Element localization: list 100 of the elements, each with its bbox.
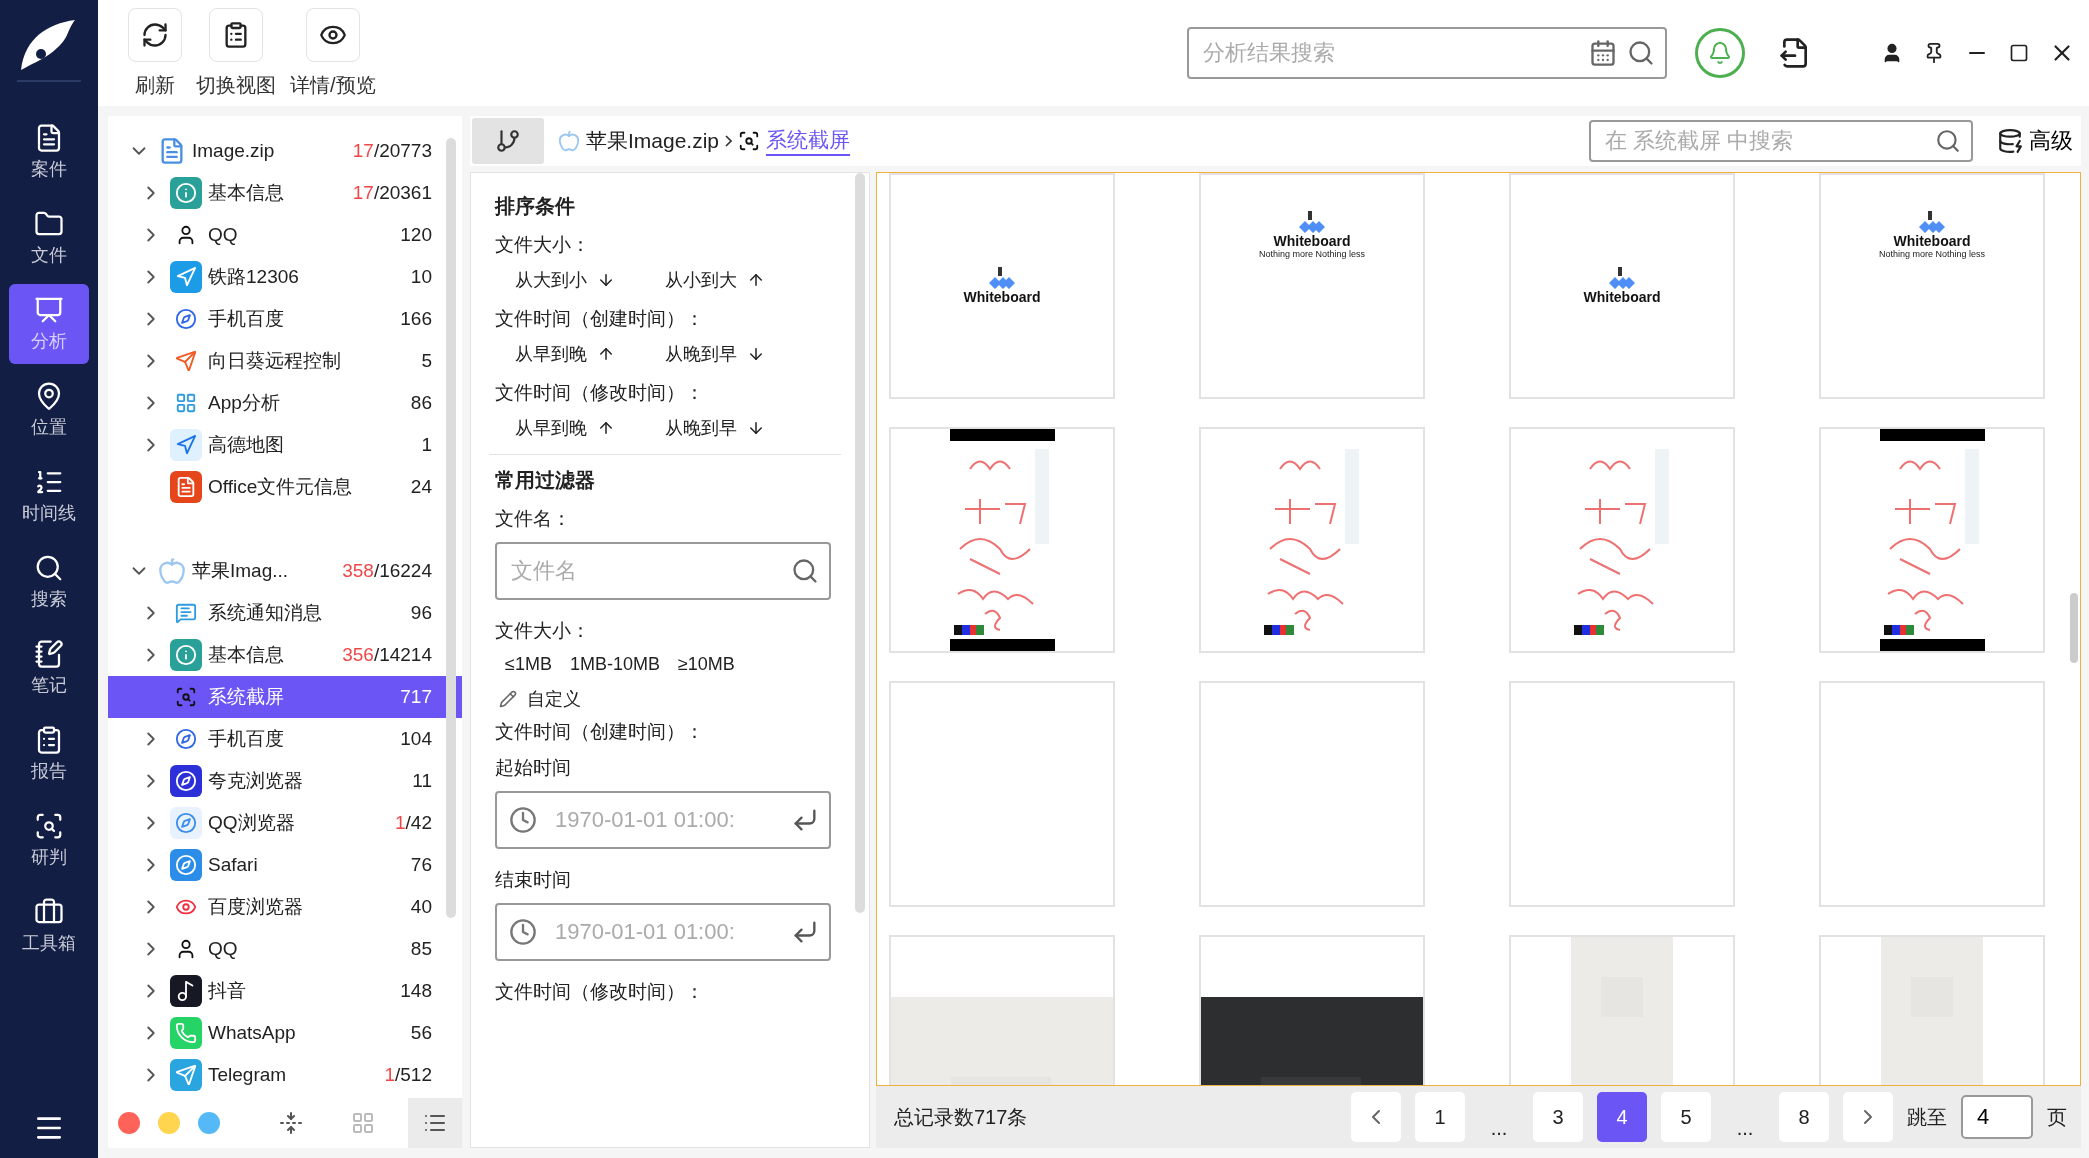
tree-item[interactable]: 手机百度 166 xyxy=(108,298,462,340)
bell-button[interactable] xyxy=(1695,28,1745,78)
tree-item[interactable]: App分析 86 xyxy=(108,382,462,424)
logo-icon xyxy=(1299,211,1325,233)
page-input[interactable]: 4 xyxy=(1961,1095,2033,1139)
app-icon xyxy=(170,261,202,293)
page-button[interactable]: 5 xyxy=(1661,1092,1711,1142)
tree-item[interactable]: 铁路12306 10 xyxy=(108,256,462,298)
screenshot-thumbnail[interactable]: Whiteboard xyxy=(1509,173,1735,399)
tree-item[interactable]: 高德地图 1 xyxy=(108,424,462,466)
scrollbar[interactable] xyxy=(446,138,456,918)
tree-item[interactable]: Image.zip 17/20773 xyxy=(108,130,462,172)
advanced-button[interactable]: 高级 xyxy=(1997,126,2073,156)
screenshot-thumbnail[interactable] xyxy=(889,427,1115,653)
branch-icon xyxy=(495,128,521,154)
scrollbar[interactable] xyxy=(2070,593,2078,663)
tag-dot[interactable] xyxy=(118,1112,140,1134)
tree-item[interactable]: QQ 85 xyxy=(108,928,462,970)
maximize-icon[interactable] xyxy=(2009,43,2029,63)
tree-item[interactable]: 抖音 148 xyxy=(108,970,462,1012)
size-option[interactable]: 1MB-10MB xyxy=(569,654,660,675)
database-icon xyxy=(1997,128,2023,154)
nav-item[interactable]: 案件 xyxy=(9,112,89,192)
sort-option[interactable]: 从小到大 xyxy=(665,268,765,292)
tree-item[interactable]: QQ浏览器 1/42 xyxy=(108,802,462,844)
tree-item[interactable]: QQ 120 xyxy=(108,214,462,256)
sort-option[interactable]: 从晚到早 xyxy=(665,342,765,366)
nav-item[interactable]: 研判 xyxy=(9,800,89,880)
tag-dot[interactable] xyxy=(158,1112,180,1134)
search-icon[interactable] xyxy=(1627,39,1655,67)
tree-item[interactable]: 基本信息 17/20361 xyxy=(108,172,462,214)
screenshot-thumbnail[interactable]: Whiteboard Nothing more Nothing less xyxy=(1199,173,1425,399)
tree-item[interactable]: 苹果Imag... 358/16224 xyxy=(108,550,462,592)
nav-item[interactable]: 工具箱 xyxy=(9,886,89,966)
page-button[interactable]: 1 xyxy=(1415,1092,1465,1142)
app-title: Whiteboard xyxy=(1273,233,1351,249)
search-icon[interactable] xyxy=(791,557,819,585)
app-icon xyxy=(170,177,202,209)
screenshot-icon xyxy=(738,130,761,152)
scrollbar[interactable] xyxy=(855,173,865,913)
screenshot-thumbnail[interactable] xyxy=(1199,681,1425,907)
tree-item[interactable]: Office文件元信息 24 xyxy=(108,466,462,508)
toolbar-button[interactable]: 切换视图 xyxy=(196,7,276,99)
screenshot-thumbnail[interactable]: Whiteboard xyxy=(889,173,1115,399)
tree-item[interactable]: WhatsApp 56 xyxy=(108,1012,462,1054)
tree-item[interactable]: 夸克浏览器 11 xyxy=(108,760,462,802)
nav-item[interactable]: 搜索 xyxy=(9,542,89,622)
sort-option[interactable]: 从大到小 xyxy=(515,268,615,292)
tree-item[interactable]: Telegram 1/512 xyxy=(108,1054,462,1096)
nav-item[interactable]: 位置 xyxy=(9,370,89,450)
app-icon xyxy=(170,1059,202,1091)
screenshot-thumbnail[interactable] xyxy=(1819,681,2045,907)
page-unit: 页 xyxy=(2047,1104,2067,1130)
custom-option[interactable]: 自定义 xyxy=(499,687,869,711)
app-icon xyxy=(170,1017,202,1049)
size-option[interactable]: ≤1MB xyxy=(505,654,552,675)
tree-item[interactable]: Safari 76 xyxy=(108,844,462,886)
tree-item[interactable]: 手机百度 104 xyxy=(108,718,462,760)
tag-dot[interactable] xyxy=(198,1112,220,1134)
nav-item[interactable]: 时间线 xyxy=(9,456,89,536)
calendar-icon[interactable] xyxy=(1589,39,1617,67)
search-field[interactable]: 分析结果搜索 xyxy=(1187,27,1667,79)
screenshot-thumbnail[interactable] xyxy=(889,681,1115,907)
app-icon xyxy=(170,975,202,1007)
start-time-field[interactable]: 1970-01-01 01:00: xyxy=(495,791,831,849)
search-icon[interactable] xyxy=(1935,128,1961,154)
toolbar-button[interactable]: 详情/预览 xyxy=(290,7,376,99)
screenshot-thumbnail[interactable]: Whiteboard Nothing more Nothing less xyxy=(1819,173,2045,399)
breadcrumb-link[interactable]: 系统截屏 xyxy=(766,126,851,156)
tree-item[interactable]: 向日葵远程控制 5 xyxy=(108,340,462,382)
filename-field[interactable]: 文件名 xyxy=(495,542,831,600)
clock-icon xyxy=(509,806,537,834)
nav-item[interactable]: 报告 xyxy=(9,714,89,794)
sort-option[interactable]: 从早到晚 xyxy=(515,342,615,366)
app-tagline: Nothing more Nothing less xyxy=(1878,249,1986,259)
tree-item[interactable]: 基本信息 356/14214 xyxy=(108,634,462,676)
screenshot-thumbnail[interactable] xyxy=(1819,427,2045,653)
page-button[interactable]: 4 xyxy=(1597,1092,1647,1142)
end-time-field[interactable]: 1970-01-01 01:00: xyxy=(495,903,831,961)
breadcrumb-link[interactable]: 苹果Image.zip xyxy=(586,127,720,155)
tree-item[interactable]: 系统截屏 717 xyxy=(108,676,462,718)
app-icon xyxy=(170,471,202,503)
page-button[interactable]: 3 xyxy=(1533,1092,1583,1142)
nav-item[interactable]: 笔记 xyxy=(9,628,89,708)
page-button[interactable]: 8 xyxy=(1779,1092,1829,1142)
branch-button[interactable] xyxy=(472,118,544,164)
field-label: 文件大小： xyxy=(495,619,591,643)
search-field[interactable]: 在 系统截屏 中搜索 xyxy=(1589,120,1973,162)
field-label: 文件时间（创建时间）： xyxy=(495,307,705,331)
sort-option[interactable]: 从晚到早 xyxy=(665,416,765,440)
tree-item[interactable]: 系统通知消息 96 xyxy=(108,592,462,634)
screenshot-thumbnail[interactable] xyxy=(1509,427,1735,653)
tree-item[interactable]: 百度浏览器 40 xyxy=(108,886,462,928)
size-option[interactable]: ≥10MB xyxy=(677,654,735,675)
screenshot-thumbnail[interactable] xyxy=(1509,681,1735,907)
list-view-button[interactable] xyxy=(408,1098,462,1148)
nav-item[interactable]: 文件 xyxy=(9,198,89,278)
screenshot-thumbnail[interactable] xyxy=(1199,427,1425,653)
sort-option[interactable]: 从早到晚 xyxy=(515,416,615,440)
app-icon xyxy=(170,765,202,797)
